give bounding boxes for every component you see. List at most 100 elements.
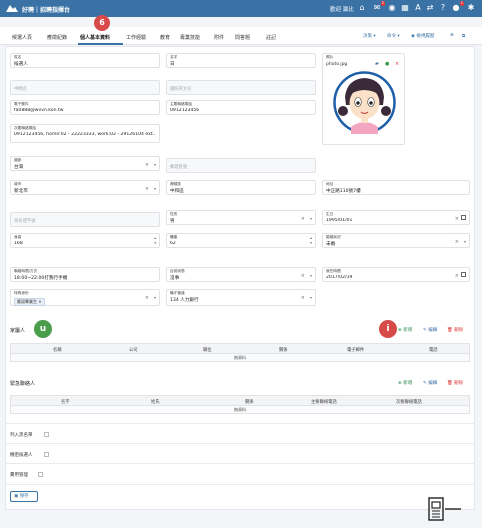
- calendar-icon[interactable]: [461, 272, 466, 277]
- available-date-field[interactable]: 就任時間 2017/02/19 ×: [322, 267, 470, 282]
- name-field[interactable]: 姓名 候選人: [10, 53, 160, 68]
- birthday-field[interactable]: 生日 1995/01/01 ×: [322, 210, 470, 225]
- confidential-label: 機密候選人: [10, 453, 33, 458]
- tab-education[interactable]: 教育: [160, 34, 170, 41]
- app-title[interactable]: 好聘｜招聘指揮台: [22, 5, 70, 14]
- chevron-down-icon[interactable]: ▾: [464, 239, 466, 244]
- height-stepper[interactable]: 身高 168 ▴ ▾: [10, 233, 160, 248]
- chevron-down-icon[interactable]: ▾: [154, 186, 156, 191]
- avatar: [333, 71, 396, 134]
- sex-select[interactable]: 性別男 × ▾: [166, 210, 316, 225]
- chevron-down-icon[interactable]: ▾: [310, 273, 312, 278]
- clear-sex-icon[interactable]: ×: [301, 216, 305, 222]
- stepper-arrows-icon[interactable]: ▴ ▾: [154, 236, 156, 246]
- weight-stepper[interactable]: 體重 62 ▴ ▾: [166, 233, 316, 248]
- clear-identity-icon[interactable]: ×: [145, 295, 149, 301]
- settings-icon[interactable]: ✱: [466, 3, 476, 13]
- eye-icon[interactable]: ◉: [387, 3, 397, 13]
- employment-status-select[interactable]: 目前狀態 沒事 × ▾: [166, 267, 316, 282]
- save-button[interactable]: ▣ 保存: [10, 491, 38, 502]
- contact-time-field[interactable]: 聯絡時間/方式 18:00~22:00打我行手機: [10, 267, 160, 282]
- fee-management-checkbox[interactable]: [38, 472, 43, 477]
- chevron-down-icon[interactable]: ▾: [154, 295, 156, 300]
- first-name-field[interactable]: 名字日: [166, 53, 316, 68]
- family-add-button[interactable]: ⊕ 新增: [398, 327, 412, 333]
- welcome-text[interactable]: 歡迎 瀛比: [330, 5, 354, 13]
- marker-i: i: [379, 320, 397, 338]
- calendar-icon[interactable]: ▦: [400, 3, 410, 13]
- postal-code-field[interactable]: 郵遞區號: [166, 158, 316, 173]
- decide-dropdown[interactable]: 決策 ▾: [363, 33, 376, 39]
- mail-icon[interactable]: ✉ 2: [372, 1, 385, 13]
- emergency-edit-button[interactable]: ✎ 編輯: [423, 380, 437, 386]
- emergency-add-button[interactable]: ⊕ 新增: [398, 380, 412, 386]
- emergency-empty-row: 無資料: [10, 406, 470, 414]
- tab-application-records[interactable]: 應徵紀錄: [47, 34, 67, 41]
- english-name-field[interactable]: 護照英文名: [166, 80, 316, 95]
- clear-available-icon[interactable]: ×: [455, 273, 459, 279]
- home-icon[interactable]: ⌂: [357, 3, 367, 13]
- tab-attachments[interactable]: 附件: [214, 34, 224, 41]
- district-field[interactable]: 鄉鎮區 中和區: [166, 180, 316, 195]
- app-logo-icon[interactable]: [6, 4, 18, 12]
- clear-city-icon[interactable]: ×: [145, 186, 149, 192]
- tab-skills[interactable]: 專業技能: [180, 34, 200, 41]
- special-identity-select[interactable]: 特殊身份 應屆畢業生 × × ▾: [10, 289, 160, 306]
- country-select[interactable]: 國家 台灣 × ▾: [10, 156, 160, 171]
- top-bar: 好聘｜招聘指揮台 歡迎 瀛比 ⌂ ✉ 2 ◉ ▦ A ⇄ ? ● 1 ✱: [0, 0, 482, 17]
- clear-status-icon[interactable]: ×: [301, 273, 305, 279]
- primary-phone-field[interactable]: 主要聯絡電話 0912123456: [166, 100, 316, 115]
- translate-icon[interactable]: A: [413, 3, 423, 13]
- user-icon[interactable]: ● 1: [451, 1, 464, 13]
- family-delete-button[interactable]: 🗑 刪除: [447, 327, 463, 333]
- marker-u: u: [34, 320, 52, 338]
- source-select[interactable]: 職才管道 134 人力銀行 × ▾: [166, 289, 316, 306]
- clear-birthday-icon[interactable]: ×: [455, 216, 459, 222]
- folder-icon[interactable]: ▰: [375, 61, 379, 67]
- chevron-down-icon[interactable]: ▾: [154, 162, 156, 167]
- clear-source-icon[interactable]: ×: [301, 295, 305, 301]
- address-field[interactable]: 地址 中正路110號7樓: [322, 180, 470, 195]
- calendar-icon[interactable]: [461, 215, 466, 220]
- emergency-table-header: 名字 姓氏 關係 主要聯絡電話 次要聯絡電話: [10, 395, 470, 406]
- stepper-arrows-icon[interactable]: ▴ ▾: [310, 236, 312, 246]
- blacklist-checkbox[interactable]: [44, 432, 49, 437]
- step-marker-6: 6: [94, 15, 110, 31]
- switch-icon[interactable]: ⇄: [425, 3, 435, 13]
- family-edit-button[interactable]: ✎ 編輯: [423, 327, 437, 333]
- tab-candidate-page[interactable]: 候選人頁: [12, 34, 32, 41]
- blacklist-label: 列入黑名單: [10, 433, 33, 438]
- tab-work-experience[interactable]: 工作經驗: [126, 34, 146, 41]
- city-select[interactable]: 城市 新北市 × ▾: [10, 180, 160, 195]
- zoom-icon[interactable]: ⊕: [450, 33, 454, 38]
- command-dropdown[interactable]: 命令 ▾: [387, 33, 400, 39]
- confidential-checkbox[interactable]: [44, 452, 49, 457]
- mail-badge: 2: [380, 1, 385, 6]
- view-resume-button[interactable]: ◉ 檢視履歷: [411, 33, 434, 39]
- secondary-phone-field[interactable]: 次要聯絡電話 0912123456, home:02 - 22223333, wo…: [10, 124, 160, 143]
- chevron-down-icon[interactable]: ▾: [310, 295, 312, 300]
- divider: [5, 423, 475, 424]
- marital-select[interactable]: 婚姻狀況 未婚 × ▾: [322, 233, 470, 248]
- emergency-delete-button[interactable]: 🗑 刪除: [447, 380, 463, 386]
- photo-upload[interactable]: 照片 photo.jpg ▰ ● ×: [322, 53, 405, 145]
- family-empty-row: 無資料: [10, 354, 470, 362]
- upload-icon[interactable]: ●: [385, 61, 389, 67]
- middle-name-field[interactable]: 中間名: [10, 80, 160, 95]
- clear-country-icon[interactable]: ×: [145, 162, 149, 168]
- tab-personal-info[interactable]: 個人基本資料: [80, 34, 110, 41]
- clear-marital-icon[interactable]: ×: [455, 239, 459, 245]
- identity-chip[interactable]: 應屆畢業生 ×: [14, 298, 45, 306]
- email-field[interactable]: 電子郵件 fa0888@wvvn.kon.tw: [10, 100, 160, 115]
- copy-icon[interactable]: ⧉: [462, 33, 465, 39]
- tab-notes[interactable]: 註記: [266, 34, 276, 41]
- id-number-field[interactable]: 身份證字號: [10, 212, 160, 227]
- logo-stamp-icon: [428, 497, 461, 521]
- remove-photo-icon[interactable]: ×: [395, 61, 399, 67]
- family-section-title: 家屬人: [10, 328, 26, 334]
- tab-questions[interactable]: 問答題: [235, 34, 250, 41]
- help-icon[interactable]: ?: [438, 3, 448, 13]
- tab-bar: 候選人頁 應徵紀錄 個人基本資料 工作經驗 教育 專業技能 附件 問答題 註記 …: [0, 27, 482, 45]
- chevron-down-icon[interactable]: ▾: [310, 216, 312, 221]
- user-badge: 1: [459, 1, 464, 6]
